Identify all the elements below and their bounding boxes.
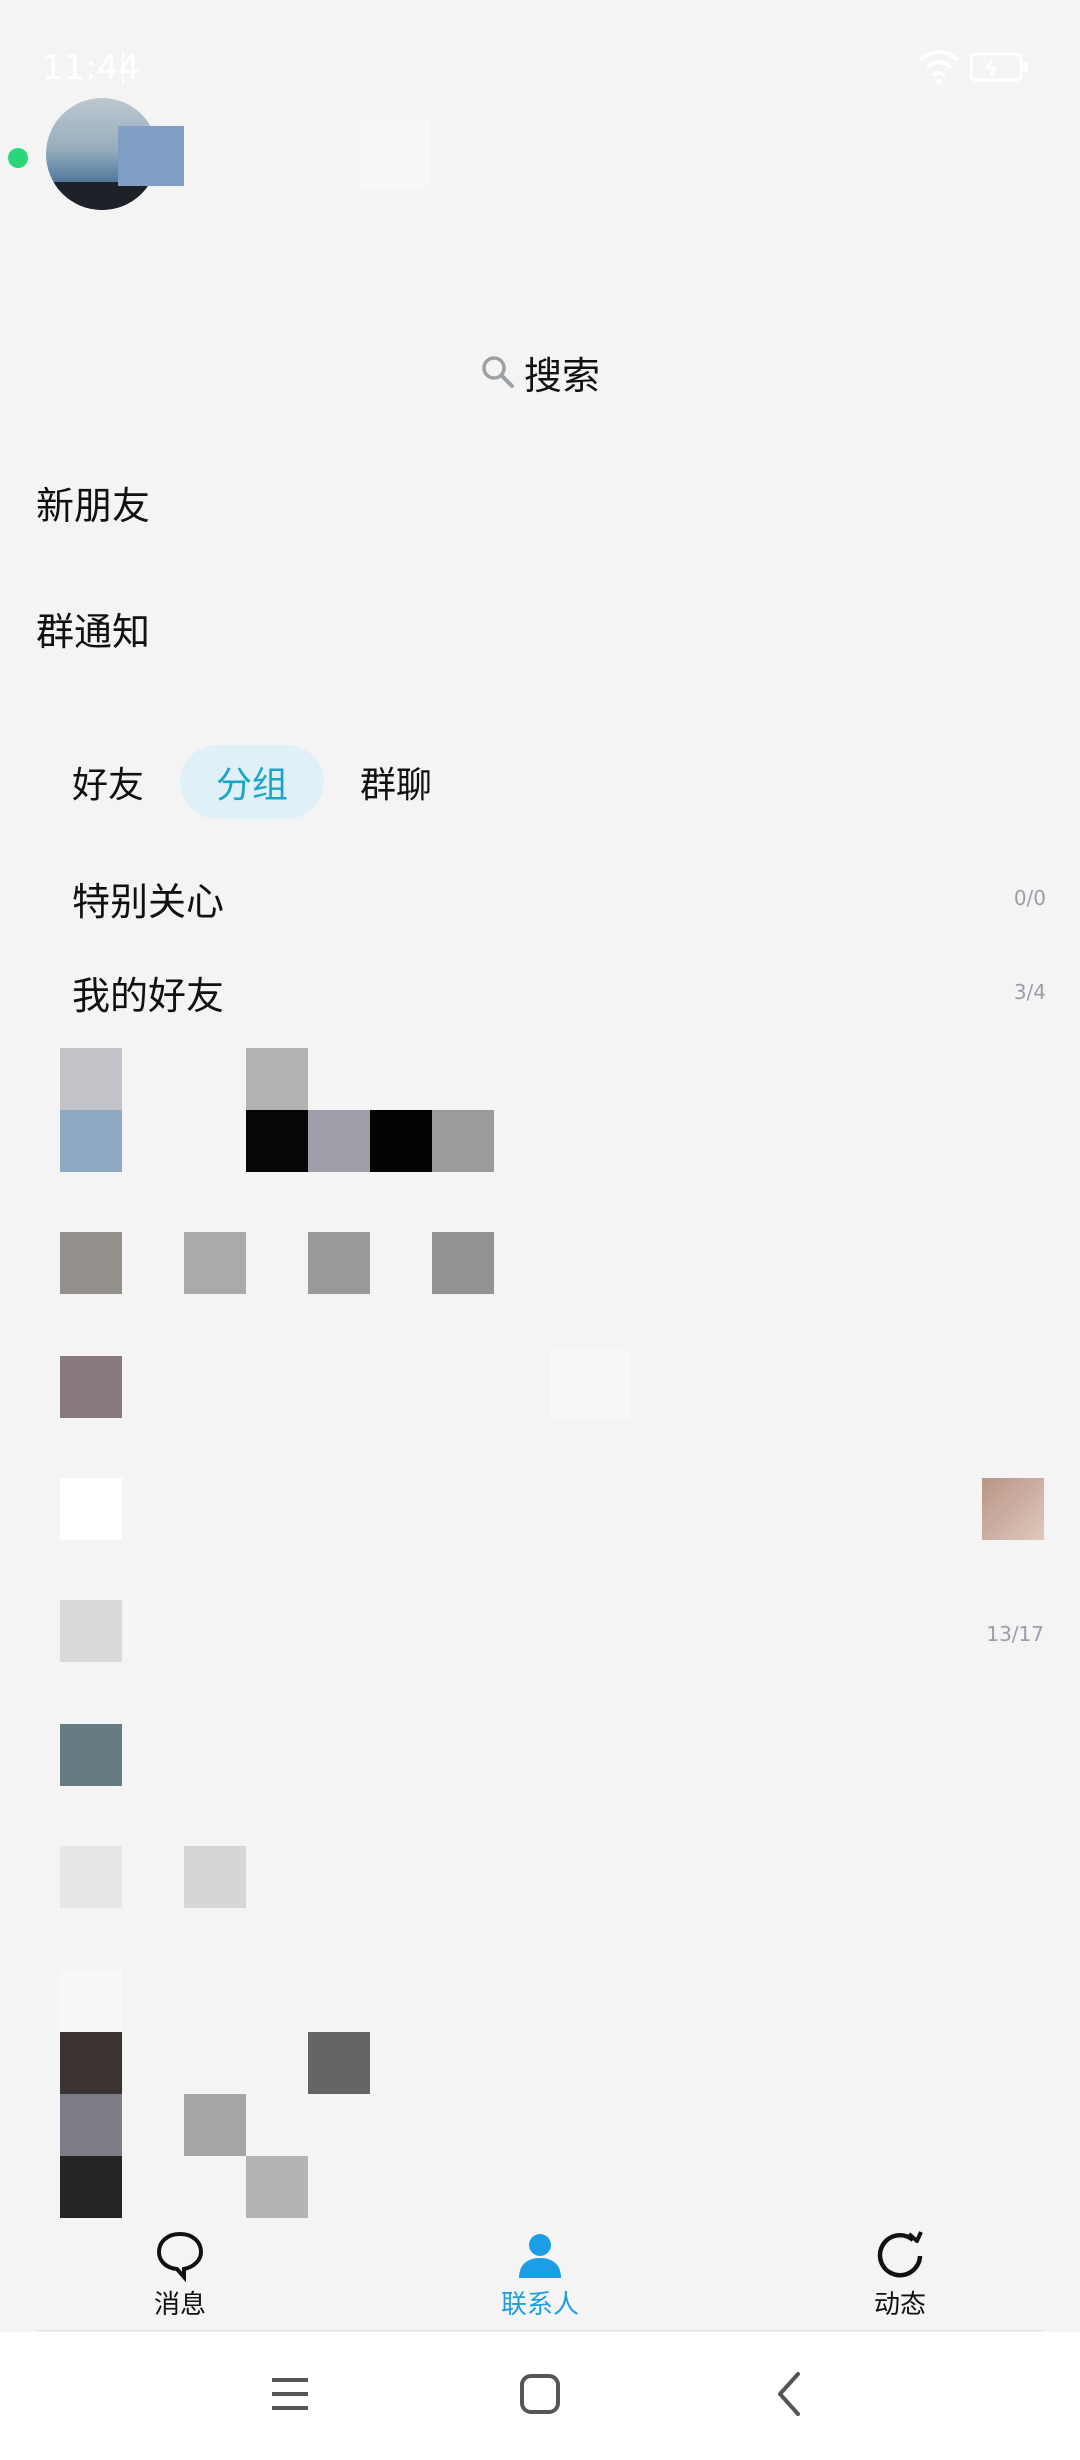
contacts-icon xyxy=(519,2234,561,2278)
nav-label: 消息 xyxy=(153,2290,206,2320)
avatar-treeline xyxy=(46,182,158,210)
mosaic-block xyxy=(60,1110,122,1172)
mosaic-block xyxy=(432,1110,494,1172)
status-time: 11:44 xyxy=(42,48,140,88)
mosaic-block xyxy=(370,1110,432,1172)
mosaic-block xyxy=(60,2032,122,2094)
group-row-my-friends[interactable]: 我的好友 3/4 xyxy=(72,962,1046,1022)
contact-thumbnail xyxy=(982,1478,1044,1540)
mosaic-block xyxy=(60,1356,122,1418)
nav-messages[interactable]: 消息 xyxy=(90,2228,270,2321)
message-icon xyxy=(156,2231,204,2282)
group-count: 0/0 xyxy=(1013,886,1046,910)
group-name: 特别关心 xyxy=(72,879,225,924)
tab-friends[interactable]: 好友 xyxy=(48,745,168,819)
system-nav-bar xyxy=(0,2332,1080,2460)
header-ghost-element xyxy=(360,120,430,190)
mosaic-block xyxy=(308,2032,370,2094)
tab-group-chats[interactable]: 群聊 xyxy=(336,745,456,819)
mosaic-block xyxy=(308,1232,370,1294)
online-status-dot xyxy=(8,148,28,168)
mosaic-block xyxy=(60,1724,122,1786)
mosaic-block xyxy=(432,1232,494,1294)
mosaic-block xyxy=(60,1970,122,2032)
group-name: 我的好友 xyxy=(72,973,225,1018)
wifi-icon xyxy=(918,50,960,85)
mosaic-block xyxy=(60,2156,122,2218)
group-row-special[interactable]: 特别关心 0/0 xyxy=(72,868,1046,928)
mosaic-block xyxy=(60,1478,122,1540)
status-bar: 11:44 xyxy=(0,0,1080,140)
menu-icon[interactable] xyxy=(258,2362,322,2426)
group-notice-entry[interactable]: 群通知 xyxy=(36,593,1036,663)
nav-moments[interactable]: 动态 xyxy=(810,2228,990,2321)
contact-tabs: 好友 分组 群聊 xyxy=(48,745,468,819)
mosaic-block xyxy=(60,1600,122,1662)
mosaic-block xyxy=(550,1350,630,1420)
mosaic-block xyxy=(308,1110,370,1172)
nav-label: 联系人 xyxy=(500,2290,579,2320)
profile-name-redacted xyxy=(118,126,184,186)
mosaic-block xyxy=(60,1232,122,1294)
mosaic-block xyxy=(60,1048,122,1110)
back-icon[interactable] xyxy=(758,2362,822,2426)
group-count: 3/4 xyxy=(1013,980,1046,1004)
home-icon[interactable] xyxy=(508,2362,572,2426)
mosaic-block xyxy=(246,2156,308,2218)
mosaic-block xyxy=(184,1846,246,1908)
mosaic-block xyxy=(184,2094,246,2156)
moments-icon xyxy=(877,2231,923,2278)
mosaic-block xyxy=(184,1232,246,1294)
group-count: 13/17 xyxy=(986,1622,1044,1646)
search-label: 搜索 xyxy=(523,353,600,398)
nav-contacts[interactable]: 联系人 xyxy=(450,2228,630,2321)
mosaic-block xyxy=(246,1110,308,1172)
nav-label: 动态 xyxy=(873,2290,926,2320)
mosaic-block xyxy=(246,1048,308,1110)
tab-groups[interactable]: 分组 xyxy=(180,745,325,819)
group-notice-label: 群通知 xyxy=(36,609,151,654)
nav-divider xyxy=(36,2330,1044,2331)
new-friends-label: 新朋友 xyxy=(36,483,151,528)
search-icon xyxy=(482,356,514,388)
battery-icon xyxy=(970,52,1028,82)
search-bar[interactable]: 搜索 xyxy=(0,340,1080,404)
mosaic-block xyxy=(60,2094,122,2156)
new-friends-entry[interactable]: 新朋友 xyxy=(36,467,1036,537)
contacts-screen: 11:44 搜索 新朋友 群通知 好友 分组 群聊 特别关心 0/0 我的好友 … xyxy=(0,0,1080,2460)
bottom-nav: 消息 联系人 动态 xyxy=(0,2220,1080,2330)
status-separator xyxy=(122,52,124,84)
mosaic-block xyxy=(60,1846,122,1908)
